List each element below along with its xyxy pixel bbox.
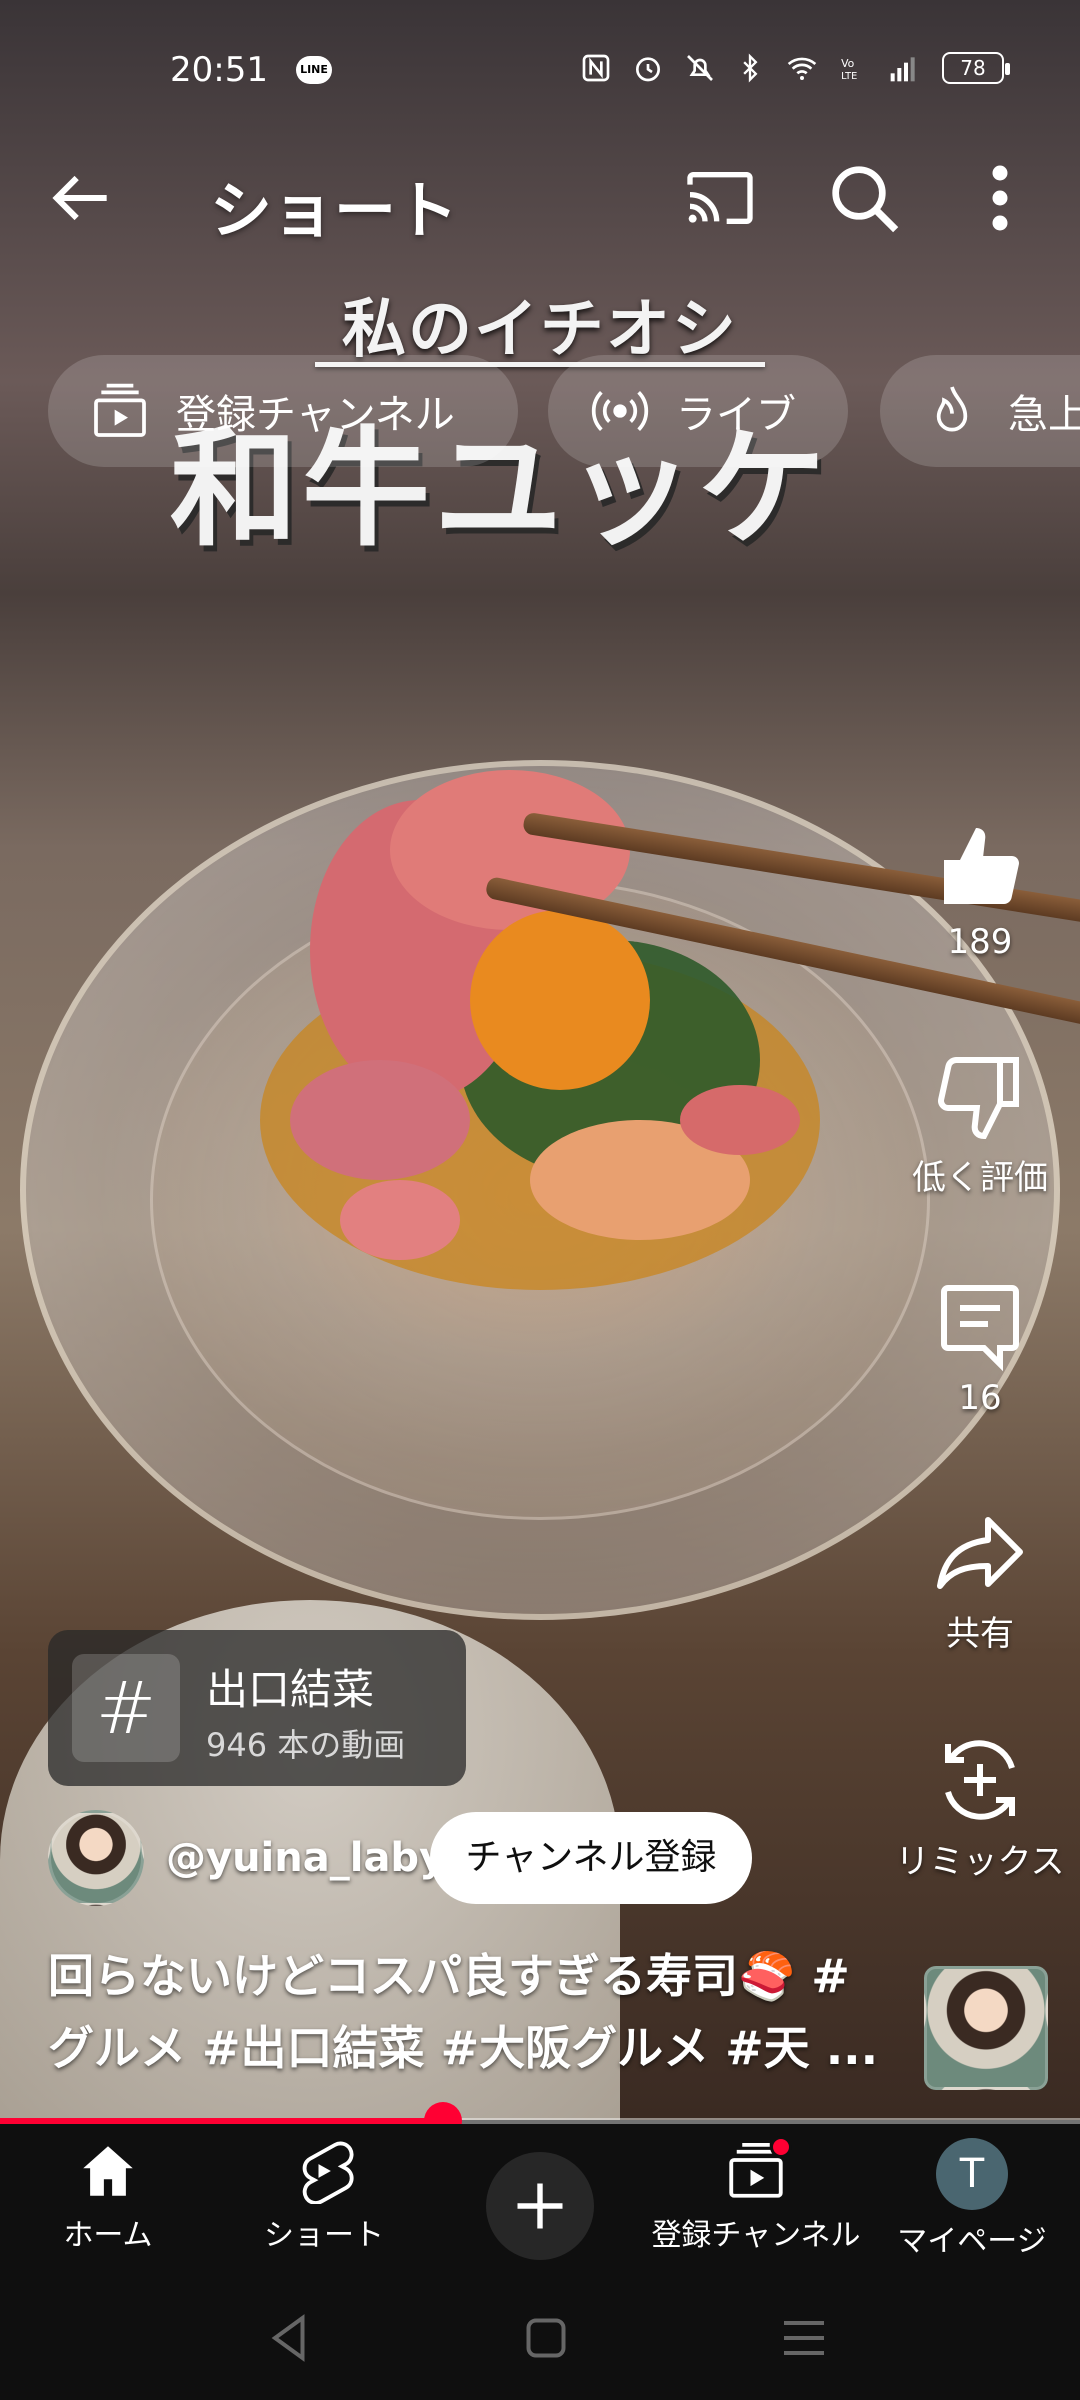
channel-handle[interactable]: @yuina_laby bbox=[166, 1835, 445, 1881]
chip-trending[interactable]: 急上 bbox=[880, 355, 1080, 467]
status-time: 20:51 bbox=[170, 50, 268, 90]
chip-subscriptions[interactable]: 登録チャンネル bbox=[48, 355, 518, 467]
shorts-icon bbox=[302, 2141, 354, 2204]
food-image bbox=[260, 770, 820, 1290]
chip-live[interactable]: ライブ bbox=[548, 355, 848, 467]
status-bar: 20:51 LINE Vo LTE 78 bbox=[0, 40, 1080, 100]
share-icon bbox=[937, 1517, 1023, 1589]
remix-label: リミックス bbox=[895, 1842, 1065, 1882]
thumbs-down-icon bbox=[938, 1057, 1019, 1140]
like-button[interactable]: 189 bbox=[880, 820, 1080, 962]
chip-label: ライブ bbox=[676, 392, 796, 438]
page-title: ショート bbox=[210, 174, 459, 247]
recents-icon[interactable] bbox=[774, 2308, 834, 2368]
video-caption[interactable]: 回らないけどコスパ良すぎる寿司🍣 #グルメ #出口結菜 #大阪グルメ #天 ..… bbox=[48, 1940, 888, 2084]
home-icon bbox=[83, 2146, 133, 2196]
hashtag-name: 出口結菜 bbox=[206, 1665, 375, 1714]
top-bar: ショート bbox=[0, 140, 1080, 250]
wifi-icon bbox=[787, 57, 817, 80]
svg-text:Vo: Vo bbox=[841, 57, 855, 70]
trending-icon bbox=[936, 386, 968, 432]
remix-icon bbox=[945, 1740, 1015, 1820]
comments-button[interactable]: 16 bbox=[880, 1276, 1080, 1418]
comment-icon bbox=[941, 1285, 1019, 1372]
filter-chips: 登録チャンネル ライブ 急上 bbox=[0, 355, 1080, 467]
nav-home[interactable]: ホーム bbox=[0, 2138, 216, 2254]
home-square-icon[interactable] bbox=[516, 2308, 576, 2368]
volte-icon: VoLTE bbox=[841, 57, 857, 82]
create-icon bbox=[517, 2183, 563, 2229]
nav-label: ショート bbox=[264, 2218, 384, 2253]
hashtag-video-count: 946 本の動画 bbox=[206, 1726, 406, 1764]
alarm-icon bbox=[636, 57, 660, 82]
chip-label: 急上 bbox=[1008, 392, 1080, 438]
create-button[interactable] bbox=[486, 2152, 594, 2260]
dislike-button[interactable]: 低く評価 bbox=[880, 1048, 1080, 1199]
back-arrow-icon[interactable] bbox=[40, 158, 120, 238]
nav-label: ホーム bbox=[63, 2218, 153, 2253]
live-icon bbox=[591, 391, 649, 431]
back-triangle-icon[interactable] bbox=[260, 2308, 320, 2368]
bottom-navigation: ホーム ショート 登録チャンネル T マイページ bbox=[0, 2124, 1080, 2274]
hashtag-icon: # bbox=[72, 1654, 180, 1762]
nav-label: 登録チャンネル bbox=[651, 2218, 861, 2253]
nfc-icon bbox=[582, 54, 610, 82]
share-button[interactable]: 共有 bbox=[880, 1504, 1080, 1655]
system-navigation-bar bbox=[0, 2274, 1080, 2400]
signal-icon bbox=[890, 57, 915, 82]
sound-thumbnail[interactable] bbox=[924, 1966, 1048, 2090]
battery-icon: 78 bbox=[942, 52, 1010, 84]
notification-dot bbox=[770, 2136, 792, 2158]
hashtag-card[interactable]: # 出口結菜 946 本の動画 bbox=[48, 1630, 466, 1786]
subscriptions-icon bbox=[94, 383, 146, 437]
share-label: 共有 bbox=[946, 1614, 1014, 1654]
svg-text:LTE: LTE bbox=[841, 71, 857, 82]
avatar: T bbox=[936, 2138, 1008, 2210]
cast-icon[interactable] bbox=[680, 158, 760, 238]
like-count: 189 bbox=[947, 922, 1013, 962]
dislike-label: 低く評価 bbox=[912, 1158, 1048, 1198]
search-icon[interactable] bbox=[824, 158, 904, 238]
status-icons: Vo LTE 78 bbox=[580, 52, 1010, 84]
nav-shorts[interactable]: ショート bbox=[216, 2138, 432, 2254]
subscribe-button[interactable]: チャンネル登録 bbox=[430, 1812, 752, 1904]
nav-subscriptions[interactable]: 登録チャンネル bbox=[648, 2136, 864, 2254]
comment-count: 16 bbox=[958, 1378, 1002, 1418]
thumbs-up-icon bbox=[944, 828, 1019, 904]
chip-label: 登録チャンネル bbox=[176, 392, 455, 438]
bluetooth-icon bbox=[743, 53, 758, 83]
nav-label: マイページ bbox=[897, 2224, 1047, 2259]
more-options-icon[interactable] bbox=[970, 158, 1030, 238]
mute-icon bbox=[687, 55, 713, 81]
channel-avatar[interactable] bbox=[48, 1810, 144, 1906]
line-notification-icon: LINE bbox=[296, 56, 332, 84]
remix-button[interactable]: リミックス bbox=[880, 1732, 1080, 1883]
nav-my-page[interactable]: T マイページ bbox=[864, 2138, 1080, 2260]
